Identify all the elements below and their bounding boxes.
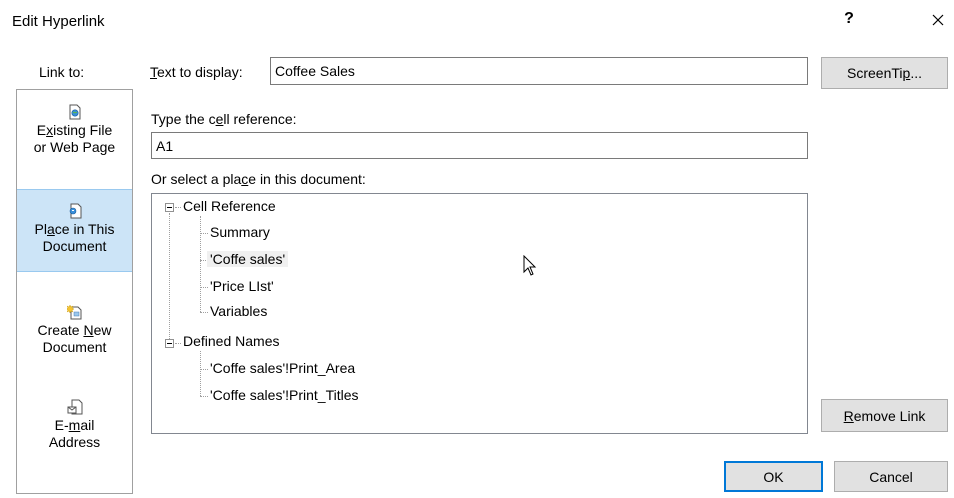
sidebar-item-label: ew — [93, 322, 112, 338]
button-label: ScreenTi — [847, 65, 903, 81]
help-button[interactable]: ? — [838, 10, 860, 28]
access-key: p — [902, 65, 911, 81]
sidebar-item-label: E — [36, 122, 47, 138]
access-key: a — [46, 221, 55, 237]
cell-reference-input[interactable]: A1 — [151, 132, 808, 159]
label-text: Type the c — [151, 111, 216, 127]
text-to-display-value: Coffee Sales — [275, 63, 355, 79]
ok-button[interactable]: OK — [724, 461, 823, 492]
access-key: R — [843, 407, 854, 424]
collapse-toggle[interactable] — [165, 203, 174, 212]
tree-item[interactable]: 'Price LIst' — [207, 278, 277, 294]
label-text: e in this document: — [248, 171, 366, 187]
cell-reference-label: Type the cell reference: — [151, 111, 297, 127]
sidebar-item-existing-file[interactable]: Existing File or Web Page — [17, 104, 132, 156]
sidebar-item-label: E- — [54, 417, 69, 433]
sidebar-item-label: Document — [42, 238, 107, 254]
collapse-toggle[interactable] — [165, 339, 174, 348]
tree-item[interactable]: Summary — [207, 224, 273, 240]
screentip-button[interactable]: ScreenTi p... — [821, 57, 948, 89]
email-icon — [67, 399, 82, 415]
sidebar-item-label: ail — [80, 417, 95, 433]
text-to-display-input[interactable]: Coffee Sales — [270, 57, 808, 85]
label-text: Or select a pla — [151, 171, 242, 187]
cell-reference-value: A1 — [156, 137, 174, 154]
sidebar-item-email-address[interactable]: E-mail Address — [17, 399, 132, 451]
sidebar-item-label: Create — [37, 322, 84, 338]
tree-group-defined-names[interactable]: Defined Names — [180, 333, 283, 349]
access-key: T — [150, 64, 157, 80]
link-to-sidebar: Existing File or Web Page Place in This … — [16, 89, 133, 494]
tree-group-cell-reference[interactable]: Cell Reference — [180, 198, 279, 214]
document-place-icon — [69, 203, 81, 219]
sidebar-item-label: Pl — [34, 221, 47, 237]
label-text: ext to display: — [157, 64, 243, 80]
label-text: ll reference: — [223, 111, 297, 127]
access-key: N — [83, 322, 94, 338]
sidebar-item-label: Document — [42, 339, 107, 355]
remove-link-button[interactable]: Remove Link — [821, 399, 948, 432]
sidebar-item-label: Address — [48, 434, 101, 450]
tree-item[interactable]: Variables — [207, 303, 270, 319]
sidebar-item-label: ce in This — [54, 221, 115, 237]
new-document-icon — [66, 304, 81, 320]
sidebar-item-label: isting File — [53, 122, 113, 138]
close-button[interactable] — [924, 6, 952, 34]
button-label: ... — [910, 65, 922, 81]
link-to-label: Link to: — [39, 64, 85, 80]
document-place-tree[interactable]: Cell Reference Summary 'Coffe sales' 'Pr… — [151, 193, 808, 434]
mouse-pointer-icon — [523, 255, 537, 276]
tree-item[interactable]: 'Coffe sales'!Print_Area — [207, 360, 358, 376]
button-label: emove Link — [853, 407, 926, 424]
close-icon — [932, 14, 944, 26]
access-key: m — [68, 417, 81, 433]
sidebar-item-place-in-document[interactable]: Place in This Document — [17, 189, 132, 272]
tree-item-selected[interactable]: 'Coffe sales' — [207, 251, 289, 267]
cancel-button[interactable]: Cancel — [834, 461, 948, 492]
text-to-display-label: Text to display: — [150, 64, 243, 80]
document-globe-icon — [69, 104, 80, 120]
place-in-document-label: Or select a place in this document: — [151, 171, 366, 187]
tree-item[interactable]: 'Coffe sales'!Print_Titles — [207, 387, 362, 403]
dialog-title: Edit Hyperlink — [12, 13, 105, 30]
sidebar-item-create-new-document[interactable]: Create New Document — [17, 304, 132, 356]
sidebar-item-label: or Web Page — [33, 139, 116, 155]
